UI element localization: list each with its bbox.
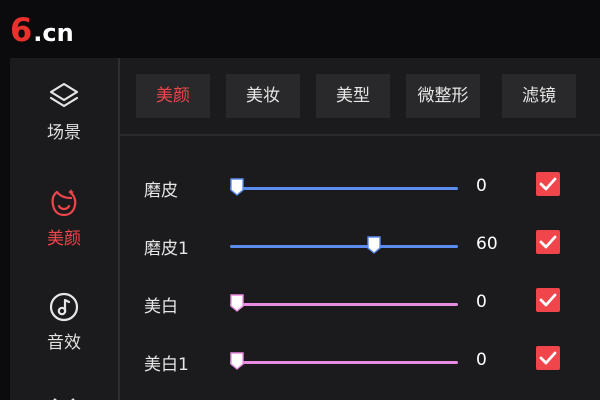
sidebar-item-label: 音效 <box>47 333 81 353</box>
param-label: 美白1 <box>144 355 189 375</box>
music-disc-icon <box>10 290 118 324</box>
app-window: 6 .cn 场景 美颜 音效 美颜 美妆 美型 微整形 滤镜 磨皮 0 磨皮1 … <box>0 0 600 400</box>
sidebar-item-label: 场景 <box>47 123 81 143</box>
sidebar-item-sound[interactable]: 音效 <box>10 290 118 380</box>
param-value: 60 <box>476 234 498 254</box>
top-bar: 6 .cn <box>0 0 600 58</box>
param-value: 0 <box>476 350 487 370</box>
enable-checkbox[interactable] <box>536 172 560 196</box>
tab-micro-shaping[interactable]: 微整形 <box>406 74 480 118</box>
param-row: 磨皮 0 <box>120 168 600 208</box>
logo-mark: 6 <box>10 11 33 49</box>
checkmark-icon <box>539 235 557 249</box>
slider-thumb[interactable] <box>230 178 244 196</box>
enable-checkbox[interactable] <box>536 230 560 254</box>
slider-thumb[interactable] <box>230 352 244 370</box>
checkmark-icon <box>539 351 557 365</box>
sidebar-item-beauty[interactable]: 美颜 <box>10 186 118 276</box>
tab-beauty[interactable]: 美颜 <box>136 74 210 118</box>
logo-domain: .cn <box>33 19 74 47</box>
main-panel: 美颜 美妆 美型 微整形 滤镜 磨皮 0 磨皮1 60 美白 0 美白1 0 <box>120 58 600 400</box>
checkmark-icon <box>539 177 557 191</box>
checkmark-icon <box>539 293 557 307</box>
param-label: 磨皮1 <box>144 239 189 259</box>
tab-makeup[interactable]: 美妆 <box>226 74 300 118</box>
enable-checkbox[interactable] <box>536 346 560 370</box>
sidebar: 场景 美颜 音效 <box>10 58 120 400</box>
next-item-icon-partial <box>52 394 76 400</box>
tab-shape[interactable]: 美型 <box>316 74 390 118</box>
param-row: 美白1 0 <box>120 342 600 382</box>
param-label: 美白 <box>144 297 178 317</box>
slider-track[interactable] <box>230 352 458 370</box>
slider-track[interactable] <box>230 178 458 196</box>
slider-track[interactable] <box>230 294 458 312</box>
slider-track[interactable] <box>230 236 458 254</box>
param-value: 0 <box>476 176 487 196</box>
face-icon <box>10 186 118 220</box>
sidebar-item-label: 美颜 <box>47 229 81 249</box>
param-value: 0 <box>476 292 487 312</box>
tab-bar: 美颜 美妆 美型 微整形 滤镜 <box>120 58 600 136</box>
param-row: 磨皮1 60 <box>120 226 600 266</box>
logo: 6 .cn <box>10 14 74 48</box>
tab-filter[interactable]: 滤镜 <box>502 74 576 118</box>
param-label: 磨皮 <box>144 181 178 201</box>
sidebar-item-scene[interactable]: 场景 <box>10 80 118 170</box>
enable-checkbox[interactable] <box>536 288 560 312</box>
slider-thumb[interactable] <box>367 236 381 254</box>
layers-icon <box>10 80 118 114</box>
slider-thumb[interactable] <box>230 294 244 312</box>
param-row: 美白 0 <box>120 284 600 324</box>
